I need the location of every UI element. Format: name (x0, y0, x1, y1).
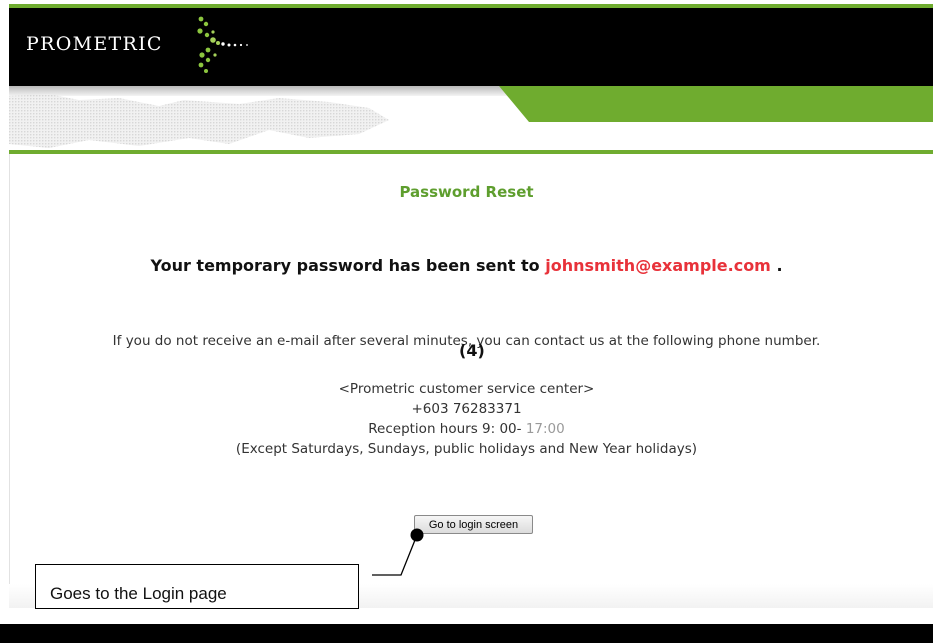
callout-box: Goes to the Login page (35, 564, 359, 609)
callout-text: Goes to the Login page (50, 584, 227, 603)
callout-connector (372, 528, 424, 576)
site-footer (0, 624, 933, 643)
